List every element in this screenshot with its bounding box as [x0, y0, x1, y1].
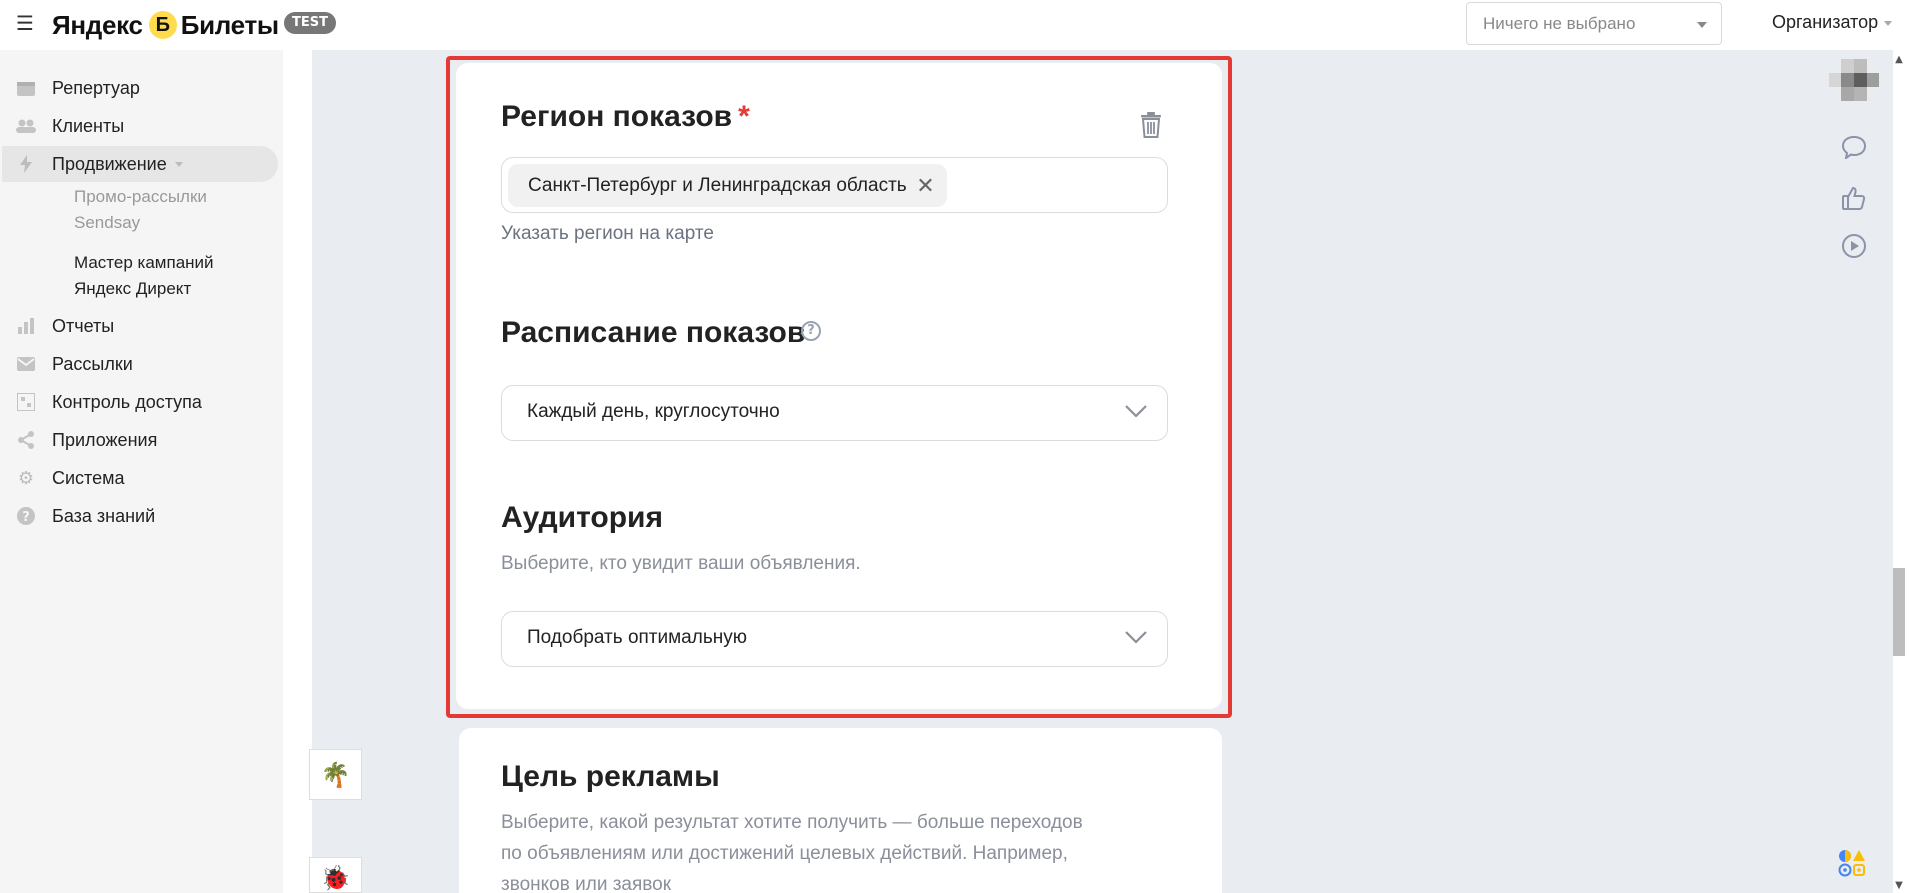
sidebar-item-label: База знаний: [52, 505, 156, 526]
thumbs-up-icon[interactable]: [1841, 185, 1867, 215]
region-title: Регион показов *: [501, 100, 750, 134]
sidebar-item-label: Контроль доступа: [52, 391, 202, 412]
sidebar-item-label: Рассылки: [52, 353, 133, 374]
chevron-down-icon: [1125, 631, 1147, 644]
region-input[interactable]: Санкт-Петербург и Ленинградская область …: [501, 157, 1168, 213]
sidebar-item-label: Репертуар: [52, 77, 140, 98]
trash-icon[interactable]: [1140, 112, 1162, 142]
role-menu[interactable]: Организатор: [1772, 12, 1893, 33]
sidebar-item-label: Система: [52, 467, 125, 488]
play-icon[interactable]: [1841, 233, 1867, 263]
help-icon: ?: [16, 506, 36, 526]
palm-tree-icon[interactable]: 🌴: [309, 749, 362, 800]
sidebar-item-mailings[interactable]: Рассылки: [0, 346, 283, 382]
sidebar-item-access-control[interactable]: Контроль доступа: [0, 384, 283, 420]
bug-icon[interactable]: 🐞: [309, 857, 362, 893]
bar-chart-icon: [16, 316, 36, 336]
help-icon[interactable]: ?: [801, 321, 821, 341]
caret-down-icon: [174, 161, 183, 167]
qr-icon: [16, 392, 36, 412]
scroll-up-icon[interactable]: ▲: [1893, 54, 1905, 66]
sidebar-item-repertoire[interactable]: Репертуар: [0, 70, 283, 106]
bolt-icon: [16, 154, 36, 174]
caret-down-icon: [1697, 22, 1707, 28]
sidebar-item-apps[interactable]: Приложения: [0, 422, 283, 458]
goal-title: Цель рекламы: [501, 760, 720, 793]
logo-text-right: Билеты: [180, 9, 279, 40]
audience-hint: Выберите, кто увидит ваши объявления.: [501, 553, 861, 574]
sidebar-item-promotion[interactable]: Продвижение: [2, 146, 278, 182]
region-title-text: Регион показов: [501, 100, 733, 133]
chevron-down-icon: [1125, 405, 1147, 418]
organization-select-value: Ничего не выбрано: [1483, 14, 1636, 33]
goal-hint-line3: звонков или заявок: [501, 874, 672, 893]
required-mark: *: [738, 100, 750, 133]
sidebar-item-clients[interactable]: Клиенты: [0, 108, 283, 144]
sidebar-item-label: Клиенты: [52, 115, 125, 136]
env-badge: TEST: [284, 12, 336, 34]
audience-title: Аудитория: [501, 501, 663, 534]
mail-icon: [16, 354, 36, 374]
logo-mark-icon: Б: [148, 11, 177, 39]
audience-select-value: Подобрать оптимальную: [527, 627, 747, 648]
map-region-link[interactable]: Указать регион на карте: [501, 223, 714, 245]
scrollbar[interactable]: [1893, 50, 1905, 893]
gear-icon: ⚙: [17, 467, 35, 488]
audience-select[interactable]: Подобрать оптимальную: [501, 611, 1168, 667]
schedule-select-value: Каждый день, круглосуточно: [527, 401, 780, 422]
sidebar-item-label: Отчеты: [52, 315, 115, 336]
sidebar-item-label: Продвижение: [52, 153, 167, 174]
organization-select[interactable]: Ничего не выбрано: [1466, 2, 1722, 45]
role-label: Организатор: [1772, 12, 1879, 32]
share-icon: [16, 430, 36, 450]
schedule-select[interactable]: Каждый день, круглосуточно: [501, 385, 1168, 441]
region-chip: Санкт-Петербург и Ленинградская область …: [508, 164, 947, 207]
goal-hint-line2: по объявлениям или достижений целевых де…: [501, 843, 1068, 864]
hamburger-icon[interactable]: ☰: [16, 13, 34, 33]
sidebar-item-reports[interactable]: Отчеты: [0, 308, 283, 344]
users-icon: [16, 116, 36, 136]
goal-hint-line1: Выберите, какой результат хотите получит…: [501, 812, 1083, 833]
close-icon[interactable]: ✕: [916, 164, 934, 207]
sidebar-item-system[interactable]: ⚙ Система: [0, 460, 283, 496]
top-header: ☰ Яндекс Б Билеты TEST Ничего не выбрано…: [0, 0, 1919, 50]
caret-down-icon: [1884, 20, 1893, 26]
scrollbar-thumb[interactable]: [1893, 568, 1905, 656]
sidebar-item-label: Приложения: [52, 429, 158, 450]
svg-text:?: ?: [22, 510, 30, 525]
schedule-title: Расписание показов: [501, 316, 806, 349]
avatar[interactable]: [1829, 59, 1879, 101]
sidebar-item-knowledge-base[interactable]: ? База знаний: [0, 498, 283, 534]
scroll-down-icon[interactable]: ▼: [1893, 880, 1905, 892]
sidebar-subitem-sendsay[interactable]: Промо-рассылки Sendsay: [74, 184, 274, 236]
logo-text-left: Яндекс: [52, 9, 143, 40]
region-chip-label: Санкт-Петербург и Ленинградская область: [528, 175, 907, 196]
apps-widget-icon[interactable]: [1837, 848, 1867, 878]
comment-icon[interactable]: [1841, 135, 1867, 163]
logo[interactable]: Яндекс Б Билеты: [52, 10, 279, 40]
calendar-icon: [16, 78, 36, 98]
sidebar-subitem-direct-wizard[interactable]: Мастер кампаний Яндекс Директ: [74, 250, 274, 302]
